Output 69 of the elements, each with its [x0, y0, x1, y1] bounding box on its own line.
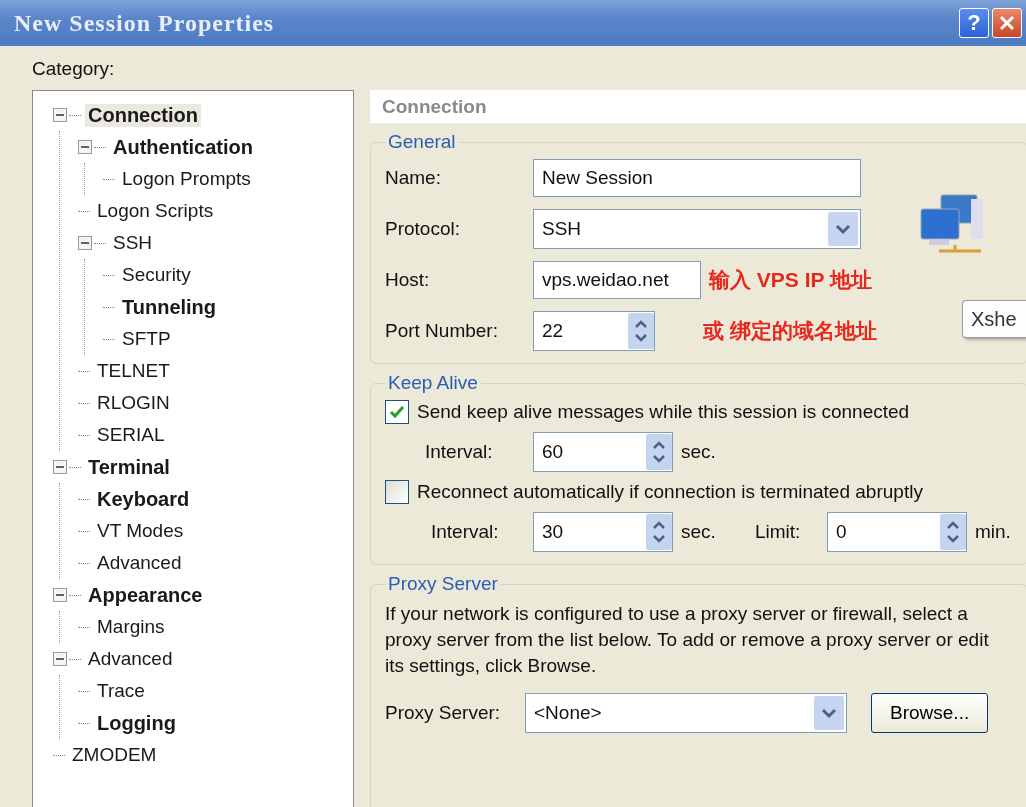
spin-buttons[interactable]	[628, 313, 654, 349]
protocol-dropdown[interactable]: SSH	[533, 209, 861, 249]
proxy-description: If your network is configured to use a proxy server or firewall, select a proxy server from the list below. To add or remove a proxy server or edit its settings, click Browse.	[385, 602, 990, 678]
group-title: Proxy Server	[387, 573, 499, 595]
field-label: Host:	[385, 269, 431, 291]
tree-item[interactable]: Tunneling	[119, 295, 220, 319]
annotation-text: 或 绑定的域名地址	[703, 318, 877, 344]
tree-item[interactable]: SERIAL	[94, 424, 168, 446]
panel-title: Connection	[370, 90, 1026, 123]
tooltip: Xshe	[962, 300, 1026, 338]
tree-item[interactable]: Logon Scripts	[94, 200, 217, 222]
checkbox[interactable]	[385, 480, 409, 504]
checkbox[interactable]	[385, 400, 409, 424]
collapse-icon[interactable]	[53, 588, 67, 602]
tree-item[interactable]: Terminal	[85, 455, 173, 479]
port-spinner[interactable]: 22	[533, 311, 655, 351]
collapse-icon[interactable]	[78, 236, 92, 250]
collapse-icon[interactable]	[53, 652, 67, 666]
window-title: New Session Properties	[14, 9, 275, 37]
help-button[interactable]: ?	[959, 8, 989, 38]
close-icon	[998, 14, 1016, 32]
field-label: Interval:	[425, 441, 494, 463]
tree-item[interactable]: Keyboard	[94, 487, 193, 511]
collapse-icon[interactable]	[53, 108, 67, 122]
name-field[interactable]: New Session	[533, 159, 861, 197]
group-title: General	[387, 131, 457, 153]
tree-item[interactable]: Margins	[94, 616, 168, 638]
check-mark-icon	[389, 404, 405, 420]
field-label: Name:	[385, 167, 442, 189]
tree-item[interactable]: Logging	[94, 711, 179, 735]
spin-buttons[interactable]	[646, 434, 672, 470]
browse-button[interactable]: Browse...	[871, 693, 989, 733]
field-label: Proxy Server:	[385, 702, 502, 724]
tree-item[interactable]: SFTP	[119, 328, 174, 350]
proxy-server-dropdown[interactable]: <None>	[525, 693, 847, 733]
tree-item[interactable]: RLOGIN	[94, 392, 173, 414]
close-button[interactable]	[992, 8, 1022, 38]
unit-label: sec.	[681, 441, 716, 463]
unit-label: sec.	[681, 521, 717, 543]
tree-item[interactable]: Authentication	[110, 135, 256, 159]
field-label: Limit:	[755, 521, 802, 543]
field-label: Protocol:	[385, 218, 461, 240]
category-label: Category:	[32, 58, 116, 80]
field-label: Interval:	[431, 521, 500, 543]
tree-item[interactable]: Appearance	[85, 583, 206, 607]
interval-spinner[interactable]: 30	[533, 512, 673, 552]
field-label: Port Number:	[385, 320, 499, 342]
tree-item[interactable]: ZMODEM	[69, 744, 160, 766]
tree-item[interactable]: Logon Prompts	[119, 168, 254, 190]
spin-buttons[interactable]	[940, 514, 966, 550]
tree-item[interactable]: Advanced	[94, 552, 185, 574]
tree-item[interactable]: VT Modes	[94, 520, 187, 542]
tree-item[interactable]: Security	[119, 264, 194, 286]
checkbox-label: Reconnect automatically if connection is terminated abruptly	[417, 481, 923, 503]
group-title: Keep Alive	[387, 372, 479, 394]
collapse-icon[interactable]	[78, 140, 92, 154]
tree-item[interactable]: Connection	[85, 103, 201, 127]
spin-buttons[interactable]	[646, 514, 672, 550]
collapse-icon[interactable]	[53, 460, 67, 474]
host-field[interactable]: vps.weidao.net	[533, 261, 701, 299]
limit-spinner[interactable]: 0	[827, 512, 967, 552]
interval-spinner[interactable]: 60	[533, 432, 673, 472]
checkbox-label: Send keep alive messages while this session is connected	[417, 401, 910, 423]
tree-item[interactable]: SSH	[110, 232, 156, 254]
annotation-text: 输入 VPS IP 地址	[709, 267, 872, 293]
tree-item[interactable]: Advanced	[85, 648, 176, 670]
tree-item[interactable]: Trace	[94, 680, 148, 702]
tree-item[interactable]: TELNET	[94, 360, 173, 382]
unit-label: min.	[975, 521, 1011, 543]
